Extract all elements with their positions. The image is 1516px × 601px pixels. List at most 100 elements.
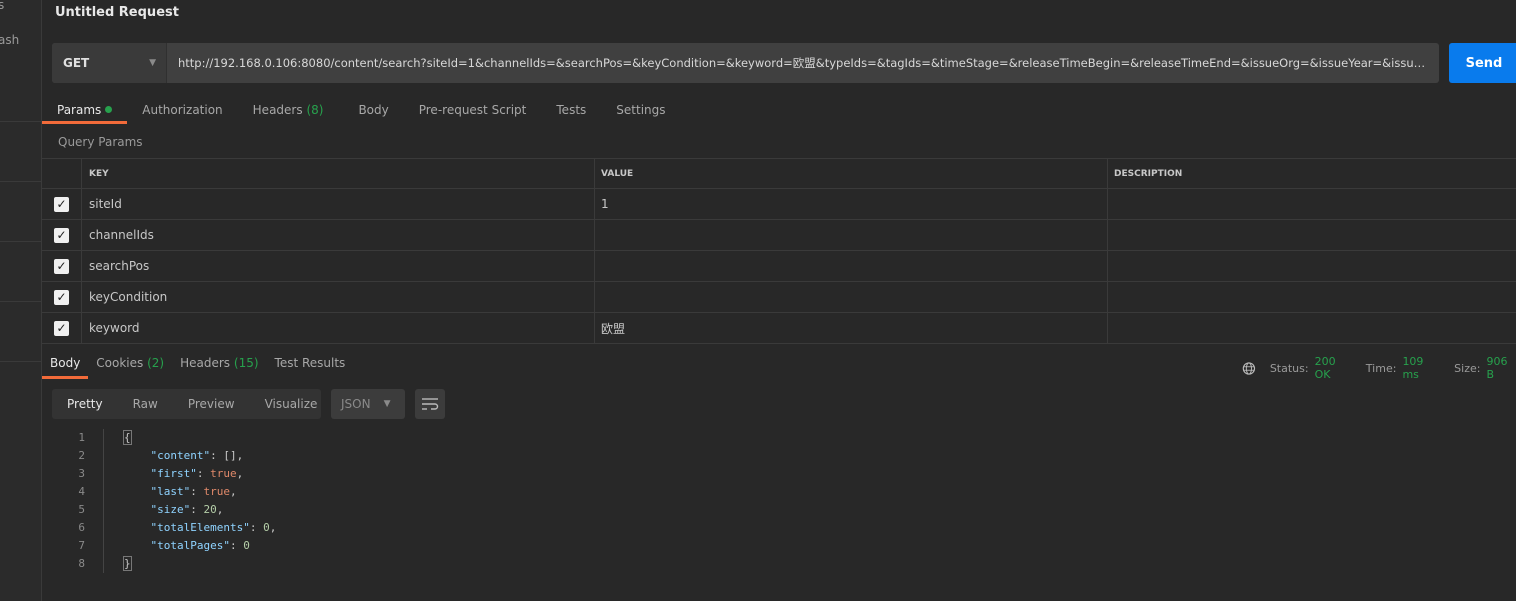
send-button[interactable]: Send [1449, 43, 1516, 83]
tab-label: Pre-request Script [418, 103, 527, 117]
column-value: VALUE [595, 159, 1108, 188]
param-value[interactable] [595, 220, 1108, 250]
open-brace: { [123, 430, 132, 445]
sidebar-item[interactable]: s [0, 0, 4, 12]
tab-tests[interactable]: Tests [541, 101, 601, 123]
param-value[interactable]: 1 [595, 189, 1108, 219]
format-label: JSON [341, 397, 371, 411]
tab-label: Test Results [274, 356, 346, 370]
code-line: 6 "totalElements": 0, [42, 519, 276, 537]
format-select[interactable]: JSON ▼ [331, 389, 405, 419]
tab-label: Tests [556, 103, 587, 117]
separator: , [230, 485, 237, 498]
tab-response-body[interactable]: Body [42, 354, 89, 379]
line-number: 8 [78, 557, 85, 570]
table-row: ✓ channelIds [42, 220, 1516, 251]
query-params-label: Query Params [58, 135, 143, 149]
param-description[interactable] [1108, 251, 1516, 281]
checkbox[interactable]: ✓ [54, 258, 69, 274]
tab-label: Headers [180, 356, 231, 370]
param-key[interactable]: searchPos [82, 251, 595, 281]
checkbox[interactable]: ✓ [54, 320, 69, 336]
response-size: 906 B [1486, 355, 1508, 381]
tab-count: (2) [147, 356, 165, 370]
json-key: "totalElements" [150, 521, 250, 534]
tab-body[interactable]: Body [338, 101, 403, 123]
code-line: 3 "first": true, [42, 465, 276, 483]
code-line: 4 "last": true, [42, 483, 276, 501]
wrap-lines-button[interactable] [415, 389, 445, 419]
tab-settings[interactable]: Settings [601, 101, 680, 123]
param-key[interactable]: siteId [82, 189, 595, 219]
request-title[interactable]: Untitled Request [55, 5, 179, 20]
divider [0, 181, 41, 182]
tab-response-headers[interactable]: Headers (15) [172, 354, 266, 378]
line-number: 5 [78, 503, 85, 516]
tab-params[interactable]: Params [42, 101, 128, 124]
view-pretty[interactable]: Pretty [52, 397, 118, 411]
divider [0, 121, 41, 122]
param-description[interactable] [1108, 189, 1516, 219]
view-raw[interactable]: Raw [118, 397, 173, 411]
caret-down-icon: ▼ [383, 399, 391, 409]
tab-pre-request-script[interactable]: Pre-request Script [404, 101, 542, 123]
param-description[interactable] [1108, 313, 1516, 343]
method-select[interactable]: GET ▼ [52, 43, 167, 83]
response-time: 109 ms [1402, 355, 1424, 381]
code-line: 5 "size": 20, [42, 501, 276, 519]
line-number: 1 [78, 431, 85, 444]
column-description: DESCRIPTION [1114, 168, 1183, 179]
json-value: true [210, 467, 237, 480]
param-key[interactable]: keyCondition [82, 282, 595, 312]
status-label: Status: [1269, 361, 1309, 375]
table-header: KEY VALUE DESCRIPTION [42, 158, 1516, 189]
url-bar: GET ▼ http://192.168.0.106:8080/content/s… [52, 43, 1439, 83]
table-row: ✓ siteId 1 [42, 189, 1516, 220]
code-line: 8} [42, 555, 276, 573]
response-body-code[interactable]: 1{2 "content": [], 3 "first": true, 4 "las… [42, 429, 276, 573]
json-value: 0 [243, 539, 250, 552]
json-key: "size" [150, 503, 191, 516]
line-number: 2 [78, 449, 85, 462]
column-key: KEY [82, 159, 595, 188]
active-dot-icon [105, 106, 113, 113]
checkbox[interactable]: ✓ [54, 289, 69, 305]
line-number: 3 [78, 467, 85, 480]
divider [0, 361, 41, 362]
globe-icon[interactable] [1242, 361, 1256, 376]
json-key: "content" [150, 449, 211, 462]
divider [0, 301, 41, 302]
separator: , [236, 467, 244, 480]
divider [0, 241, 41, 242]
caret-down-icon: ▼ [149, 58, 156, 68]
param-value[interactable] [595, 251, 1108, 281]
param-value[interactable]: 欧盟 [595, 313, 1108, 343]
separator: , [269, 521, 277, 534]
view-preview[interactable]: Preview [173, 397, 250, 411]
param-key[interactable]: channelIds [82, 220, 595, 250]
checkbox[interactable]: ✓ [54, 227, 69, 243]
tab-label: Cookies [96, 356, 144, 370]
method-label: GET [63, 56, 90, 70]
checkbox[interactable]: ✓ [54, 196, 69, 212]
tab-cookies[interactable]: Cookies (2) [88, 354, 172, 378]
param-key[interactable]: keyword [82, 313, 595, 343]
view-mode-bar: Pretty Raw Preview Visualize [52, 389, 321, 419]
param-description[interactable] [1108, 220, 1516, 250]
tab-test-results[interactable]: Test Results [267, 354, 354, 378]
line-number: 6 [78, 521, 85, 534]
close-brace: } [123, 556, 132, 571]
param-description[interactable] [1108, 282, 1516, 312]
tab-label: Authorization [142, 103, 223, 117]
sidebar-item[interactable]: ash [0, 33, 19, 47]
view-visualize[interactable]: Visualize [250, 397, 333, 411]
tab-authorization[interactable]: Authorization [127, 101, 237, 123]
tab-label: Headers [252, 103, 303, 117]
param-value[interactable] [595, 282, 1108, 312]
url-input[interactable]: http://192.168.0.106:8080/content/search… [167, 55, 1427, 71]
json-value: 20 [203, 503, 217, 516]
json-key: "totalPages" [150, 539, 230, 552]
tab-headers[interactable]: Headers (8) [238, 101, 339, 123]
separator: , [236, 449, 244, 462]
line-number: 4 [78, 485, 85, 498]
